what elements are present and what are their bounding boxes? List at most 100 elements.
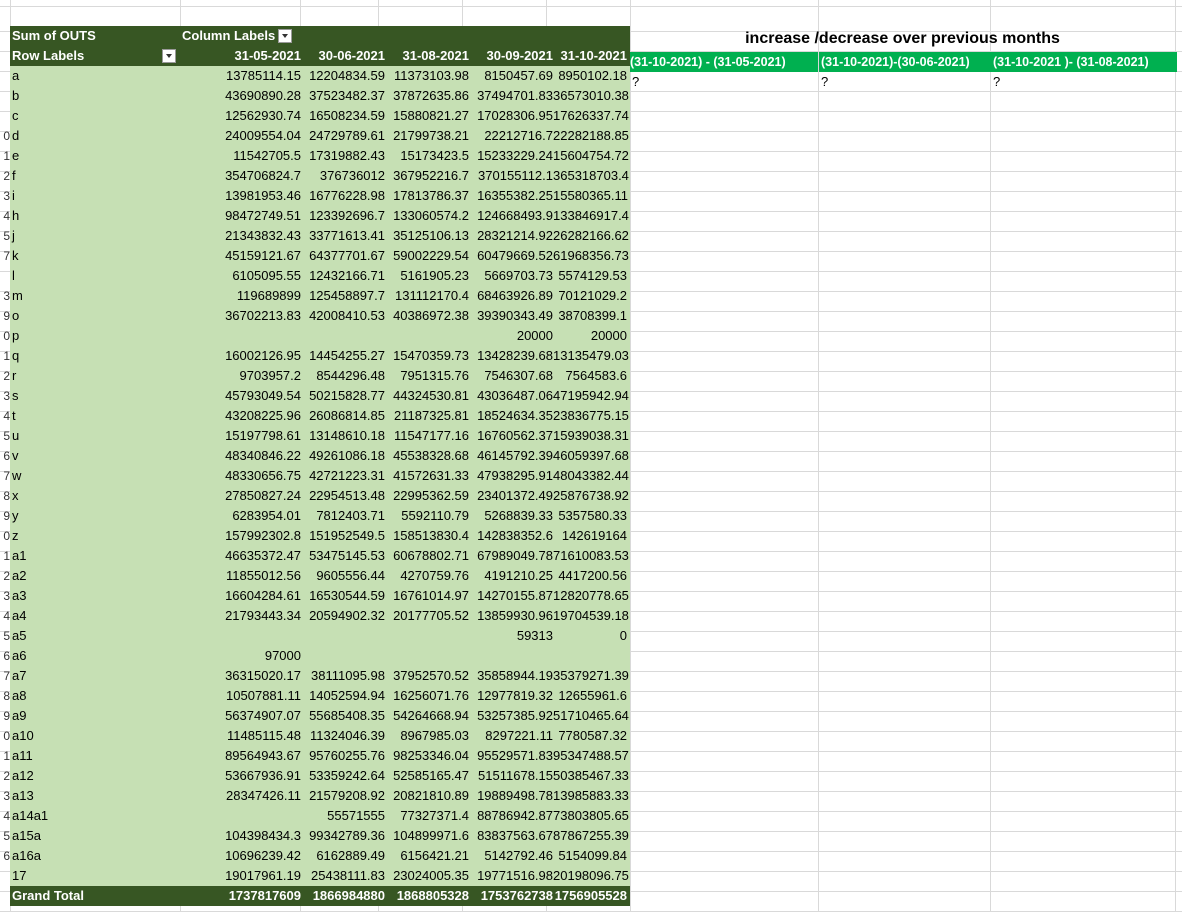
column-labels-filter-dropdown-icon[interactable] xyxy=(278,28,293,43)
pivot-value-cell[interactable]: 19889498.78 xyxy=(469,786,553,806)
pivot-data-row[interactable]: j 21343832.43 33771613.41 35125106.13 283212… xyxy=(10,226,630,246)
pivot-value-cell[interactable]: 131112170.4 xyxy=(385,286,469,306)
pivot-value-cell[interactable]: 21793443.34 xyxy=(172,606,301,626)
pivot-value-cell[interactable]: 12432166.71 xyxy=(301,266,385,286)
date-header[interactable]: 30-06-2021 xyxy=(301,46,386,66)
pivot-data-row[interactable]: l 6105095.55 12432166.71 5161905.23 5669703.… xyxy=(10,266,630,286)
pivot-value-cell[interactable]: 37872635.86 xyxy=(385,86,469,106)
pivot-value-cell[interactable]: 53667936.91 xyxy=(172,766,301,786)
pivot-value-cell[interactable]: 157992302.8 xyxy=(172,526,301,546)
pivot-value-cell[interactable]: 35125106.13 xyxy=(385,226,469,246)
pivot-data-row[interactable]: a3 16604284.61 16530544.59 16761014.97 14270… xyxy=(10,586,630,606)
pivot-data-row[interactable]: o 36702213.83 42008410.53 40386972.38 393903… xyxy=(10,306,630,326)
pivot-value-cell[interactable]: 71610083.53 xyxy=(553,546,629,566)
pivot-data-row[interactable]: a15a 104398434.3 99342789.36 104899971.6 838… xyxy=(10,826,630,846)
pivot-value-cell[interactable]: 151952549.5 xyxy=(301,526,385,546)
pivot-data-row[interactable]: 17 19017961.19 25438111.83 23024005.35 19771… xyxy=(10,866,630,886)
pivot-value-cell[interactable]: 53475145.53 xyxy=(301,546,385,566)
pivot-data-row[interactable]: a12 53667936.91 53359242.64 52585165.47 5151… xyxy=(10,766,630,786)
pivot-value-cell[interactable]: 8150457.69 xyxy=(469,66,553,86)
pivot-value-cell[interactable]: 12655961.6 xyxy=(553,686,627,706)
pivot-value-cell[interactable]: 9703957.2 xyxy=(172,366,301,386)
pivot-value-cell[interactable]: 5268839.33 xyxy=(469,506,553,526)
pivot-value-cell[interactable]: 42008410.53 xyxy=(301,306,385,326)
pivot-value-cell[interactable]: 15470359.73 xyxy=(385,346,469,366)
pivot-data-row[interactable]: a10 11485115.48 11324046.39 8967985.03 82972… xyxy=(10,726,630,746)
pivot-value-cell[interactable]: 43208225.96 xyxy=(172,406,301,426)
pivot-value-cell[interactable]: 10507881.11 xyxy=(172,686,301,706)
pivot-value-cell[interactable]: 4270759.76 xyxy=(385,566,469,586)
pivot-value-cell[interactable]: 11373103.98 xyxy=(385,66,469,86)
pivot-value-cell[interactable]: 16761014.97 xyxy=(385,586,469,606)
pivot-value-cell[interactable]: 15939038.31 xyxy=(553,426,629,446)
pivot-value-cell[interactable]: 48043382.44 xyxy=(553,466,629,486)
pivot-value-cell[interactable]: 5161905.23 xyxy=(385,266,469,286)
pivot-value-cell[interactable]: 11324046.39 xyxy=(301,726,385,746)
pivot-value-cell[interactable]: 13135479.03 xyxy=(553,346,629,366)
pivot-value-cell[interactable]: 4417200.56 xyxy=(553,566,627,586)
pivot-data-row[interactable]: a1 46635372.47 53475145.53 60678802.71 67989… xyxy=(10,546,630,566)
pivot-value-cell[interactable]: 20177705.52 xyxy=(385,606,469,626)
pivot-value-cell[interactable]: 15197798.61 xyxy=(172,426,301,446)
pivot-data-row[interactable]: d 24009554.04 24729789.61 21799738.21 222127… xyxy=(10,126,630,146)
pivot-value-cell[interactable]: 43036487.06 xyxy=(469,386,553,406)
pivot-value-cell[interactable]: 9605556.44 xyxy=(301,566,385,586)
pivot-value-cell[interactable]: 6283954.01 xyxy=(172,506,301,526)
pivot-data-row[interactable]: u 15197798.61 13148610.18 11547177.16 167605… xyxy=(10,426,630,446)
pivot-value-cell[interactable] xyxy=(469,646,553,666)
pivot-value-cell[interactable]: 10696239.42 xyxy=(172,846,301,866)
pivot-value-cell[interactable]: 43690890.28 xyxy=(172,86,301,106)
pivot-value-cell[interactable]: 45793049.54 xyxy=(172,386,301,406)
pivot-value-cell[interactable]: 17319882.43 xyxy=(301,146,385,166)
pivot-value-cell[interactable]: 22995362.59 xyxy=(385,486,469,506)
pivot-data-row[interactable]: a13 28347426.11 21579208.92 20821810.89 1988… xyxy=(10,786,630,806)
row-labels-header[interactable]: Row Labels xyxy=(12,46,176,66)
pivot-data-row[interactable]: z 157992302.8 151952549.5 158513830.4 142838… xyxy=(10,526,630,546)
pivot-data-row[interactable]: a5 59313 0 xyxy=(10,626,630,646)
pivot-value-cell[interactable]: 99342789.36 xyxy=(301,826,385,846)
pivot-value-cell[interactable]: 14454255.27 xyxy=(301,346,385,366)
pivot-value-cell[interactable]: 87867255.39 xyxy=(553,826,629,846)
pivot-value-cell[interactable]: 98253346.04 xyxy=(385,746,469,766)
pivot-value-cell[interactable]: 8544296.48 xyxy=(301,366,385,386)
date-header[interactable]: 31-08-2021 xyxy=(385,46,470,66)
pivot-value-cell[interactable] xyxy=(301,626,385,646)
pivot-value-cell[interactable] xyxy=(301,646,385,666)
pivot-table[interactable]: Sum of OUTS Column Labels Row Labels 31-… xyxy=(10,26,630,906)
pivot-value-cell[interactable]: 13981953.46 xyxy=(172,186,301,206)
pivot-value-cell[interactable] xyxy=(172,326,301,346)
pivot-value-cell[interactable]: 53257385.92 xyxy=(469,706,553,726)
pivot-value-cell[interactable]: 13785114.15 xyxy=(172,66,301,86)
pivot-value-cell[interactable]: 19017961.19 xyxy=(172,866,301,886)
pivot-value-cell[interactable]: 13148610.18 xyxy=(301,426,385,446)
pivot-value-cell[interactable]: 22282188.85 xyxy=(553,126,629,146)
pivot-value-cell[interactable]: 60479669.52 xyxy=(469,246,553,266)
pivot-value-cell[interactable]: 5669703.73 xyxy=(469,266,553,286)
diff-value-june[interactable]: ? xyxy=(821,72,828,92)
pivot-value-cell[interactable]: 7812403.71 xyxy=(301,506,385,526)
pivot-value-cell[interactable]: 55685408.35 xyxy=(301,706,385,726)
pivot-value-cell[interactable]: 16355382.25 xyxy=(469,186,553,206)
diff-value-may[interactable]: ? xyxy=(632,72,639,92)
pivot-data-row[interactable]: a14a1 55571555 77327371.4 88786942.87 738038… xyxy=(10,806,630,826)
pivot-value-cell[interactable]: 97000 xyxy=(172,646,301,666)
pivot-value-cell[interactable]: 42721223.31 xyxy=(301,466,385,486)
pivot-value-cell[interactable]: 25876738.92 xyxy=(553,486,629,506)
pivot-value-cell[interactable]: 21187325.81 xyxy=(385,406,469,426)
pivot-value-cell[interactable]: 77327371.4 xyxy=(385,806,469,826)
pivot-value-cell[interactable]: 15604754.72 xyxy=(553,146,629,166)
sum-of-outs-label[interactable]: Sum of OUTS xyxy=(12,26,172,46)
pivot-data-row[interactable]: s 45793049.54 50215828.77 44324530.81 430364… xyxy=(10,386,630,406)
pivot-value-cell[interactable]: 95347488.57 xyxy=(553,746,629,766)
pivot-value-cell[interactable]: 46635372.47 xyxy=(172,546,301,566)
pivot-value-cell[interactable]: 5592110.79 xyxy=(385,506,469,526)
pivot-value-cell[interactable]: 19771516.98 xyxy=(469,866,553,886)
pivot-value-cell[interactable]: 47195942.94 xyxy=(553,386,629,406)
pivot-value-cell[interactable]: 6162889.49 xyxy=(301,846,385,866)
pivot-value-cell[interactable] xyxy=(385,626,469,646)
pivot-value-cell[interactable]: 16760562.37 xyxy=(469,426,553,446)
pivot-data-row[interactable]: a2 11855012.56 9605556.44 4270759.76 4191210… xyxy=(10,566,630,586)
pivot-data-row[interactable]: a7 36315020.17 38111095.98 37952570.52 35858… xyxy=(10,666,630,686)
pivot-value-cell[interactable]: 33771613.41 xyxy=(301,226,385,246)
pivot-value-cell[interactable]: 21799738.21 xyxy=(385,126,469,146)
